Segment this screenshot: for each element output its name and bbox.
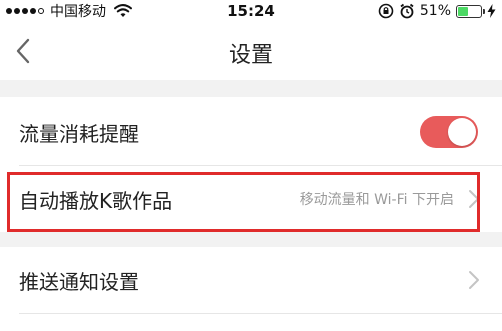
settings-row-autoplay-karaoke[interactable]: 自动播放K歌作品 移动流量和 Wi-Fi 下开启 bbox=[0, 166, 502, 232]
settings-row-data-usage-alert: 流量消耗提醒 bbox=[0, 99, 502, 165]
settings-group-data: 流量消耗提醒 自动播放K歌作品 移动流量和 Wi-Fi 下开启 bbox=[0, 97, 502, 232]
status-bar: 中国移动 15:24 51% bbox=[0, 0, 502, 22]
rotation-lock-icon bbox=[378, 3, 394, 19]
settings-group-notifications: 推送通知设置 bbox=[0, 247, 502, 331]
page-title: 设置 bbox=[228, 43, 273, 68]
row-label: 自动播放K歌作品 bbox=[19, 188, 173, 213]
alarm-icon bbox=[400, 3, 414, 19]
settings-screen: 中国移动 15:24 51% 设置 流量消耗提醒 自动播放K歌作品 移动流量和 … bbox=[0, 0, 502, 331]
chevron-right-icon bbox=[469, 190, 479, 208]
row-label: 推送通知设置 bbox=[19, 269, 139, 294]
settings-row-push-notifications[interactable]: 推送通知设置 bbox=[0, 247, 502, 313]
nav-bar: 设置 bbox=[0, 22, 502, 80]
status-right: 51% bbox=[378, 2, 496, 20]
row-divider bbox=[19, 313, 502, 314]
row-label: 流量消耗提醒 bbox=[19, 121, 139, 146]
chevron-right-icon bbox=[469, 271, 479, 289]
battery-icon bbox=[456, 4, 485, 18]
row-value: 移动流量和 Wi-Fi 下开启 bbox=[299, 192, 454, 208]
toggle-knob bbox=[448, 118, 476, 146]
battery-percent: 51% bbox=[419, 3, 451, 19]
data-usage-alert-toggle[interactable] bbox=[420, 116, 478, 148]
charging-icon bbox=[487, 4, 496, 18]
